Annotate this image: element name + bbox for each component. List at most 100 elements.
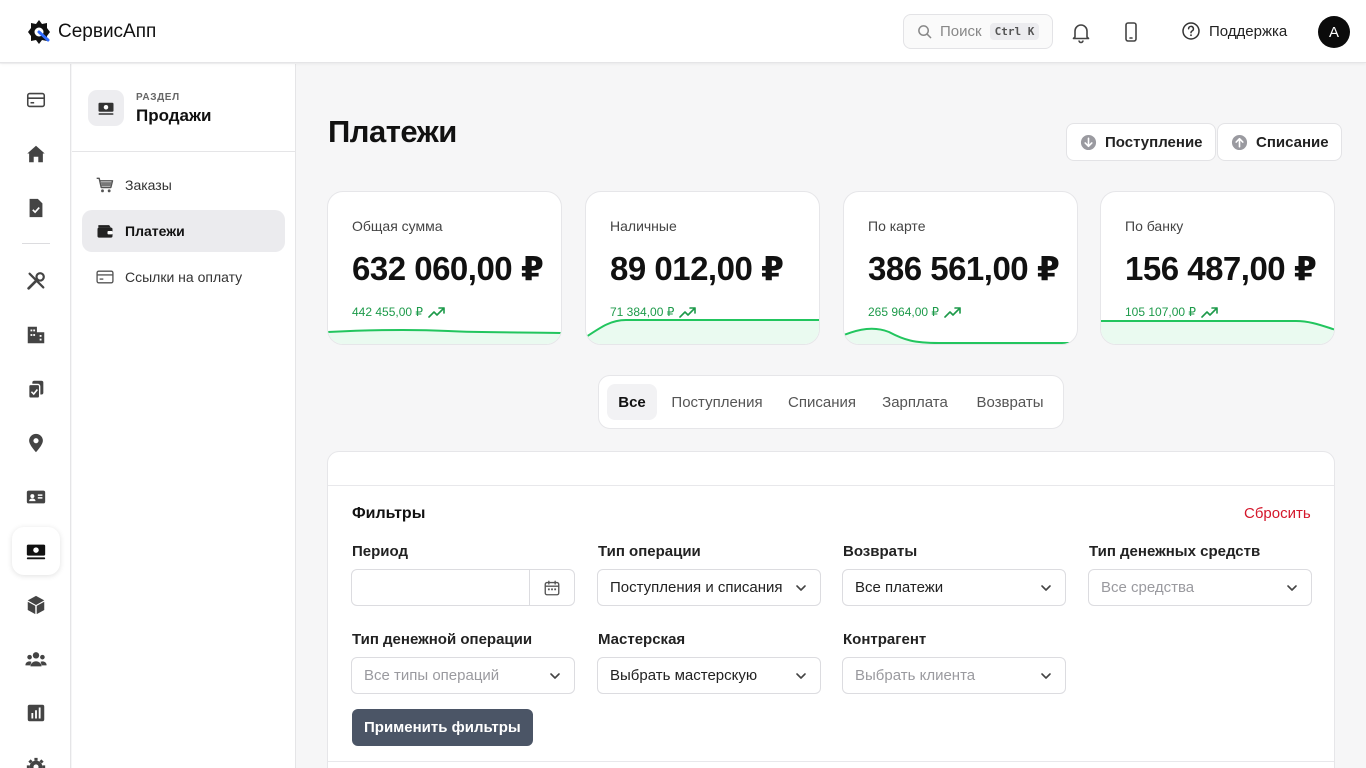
funds-type-placeholder: Все средства — [1101, 579, 1195, 596]
app-logo[interactable]: СервисАпп — [27, 19, 156, 45]
location-pin-icon — [29, 433, 43, 453]
sidebar-item-payment-links[interactable]: Ссылки на оплату — [82, 256, 285, 298]
period-label: Период — [352, 543, 408, 560]
cube-icon — [27, 595, 45, 615]
support-label: Поддержка — [1209, 22, 1288, 40]
payment-tabs: Все Поступления Списания Зарплата Возвра… — [598, 375, 1064, 429]
document-check-icon — [29, 198, 43, 218]
section-header: РАЗДЕЛ Продажи — [72, 64, 295, 152]
expense-button[interactable]: Списание — [1217, 123, 1342, 161]
money-operation-type-select[interactable]: Все типы операций — [351, 657, 575, 694]
filters-panel: Фильтры Сбросить Период Тип операции Пос… — [327, 451, 1335, 768]
tab-refunds[interactable]: Возвраты — [965, 384, 1055, 420]
section-icon-box — [88, 90, 124, 126]
rail-item-warehouse[interactable] — [12, 581, 60, 629]
stat-value: 386 561,00 ₽ — [868, 250, 1060, 287]
rail-item-team[interactable] — [12, 635, 60, 683]
rail-item-sales[interactable] — [12, 527, 60, 575]
income-button[interactable]: Поступление — [1066, 123, 1216, 161]
rail-item-contacts[interactable] — [12, 473, 60, 521]
rail-item-tools[interactable] — [12, 257, 60, 305]
mobile-phone-icon[interactable] — [1119, 20, 1143, 44]
rail-item-tasks[interactable] — [12, 365, 60, 413]
workshop-label: Мастерская — [598, 631, 686, 648]
sidebar-item-label: Платежи — [125, 223, 185, 239]
workshop-select[interactable]: Выбрать мастерскую — [597, 657, 821, 694]
trend-up-icon — [428, 307, 445, 318]
filters-title: Фильтры — [352, 505, 426, 522]
stat-label: По карте — [868, 218, 926, 234]
stat-card-bank: По банку 156 487,00 ₽ 105 107,00 ₽ — [1100, 191, 1335, 345]
sidebar-item-payments[interactable]: Платежи — [82, 210, 285, 252]
app-name: СервисАпп — [58, 21, 157, 42]
money-operation-type-label: Тип денежной операции — [352, 631, 533, 648]
payment-link-icon — [96, 270, 114, 284]
counterparty-select[interactable]: Выбрать клиента — [842, 657, 1066, 694]
stat-card-cash: Наличные 89 012,00 ₽ 71 384,00 ₽ — [585, 191, 820, 345]
period-date-input[interactable] — [351, 569, 575, 606]
rail-item-locations[interactable] — [12, 419, 60, 467]
trend-up-icon — [1201, 307, 1218, 318]
income-button-label: Поступление — [1105, 133, 1203, 151]
logo-icon — [28, 20, 50, 44]
icon-rail — [0, 64, 71, 768]
users-icon — [25, 652, 47, 667]
tab-all[interactable]: Все — [607, 384, 657, 420]
rail-divider — [22, 243, 50, 244]
home-icon — [27, 145, 45, 163]
rail-item-documents[interactable] — [12, 184, 60, 232]
notifications-bell-icon[interactable] — [1069, 20, 1093, 44]
stat-label: По банку — [1125, 218, 1184, 234]
tab-salary[interactable]: Зарплата — [873, 384, 957, 420]
stat-sub-amount: 71 384,00 ₽ — [610, 305, 675, 319]
rail-item-reports[interactable] — [12, 689, 60, 737]
returns-select[interactable]: Все платежи — [842, 569, 1066, 606]
rail-item-payments-card[interactable] — [12, 76, 60, 124]
funds-type-select[interactable]: Все средства — [1088, 569, 1312, 606]
workshop-value: Выбрать мастерскую — [610, 667, 758, 684]
operation-type-select[interactable]: Поступления и списания — [597, 569, 821, 606]
rail-item-settings[interactable] — [12, 743, 60, 768]
cart-icon — [96, 177, 114, 193]
stat-value: 89 012,00 ₽ — [610, 250, 784, 287]
search-box[interactable]: Поиск Ctrl K — [903, 14, 1053, 49]
apply-filters-button[interactable]: Применить фильтры — [352, 709, 533, 746]
rail-item-buildings[interactable] — [12, 311, 60, 359]
counterparty-label: Контрагент — [843, 631, 927, 648]
tab-income[interactable]: Поступления — [663, 384, 771, 420]
stat-sub-amount: 105 107,00 ₽ — [1125, 305, 1197, 319]
user-avatar[interactable]: A — [1318, 16, 1350, 48]
wallet-icon — [97, 225, 113, 238]
sidebar-item-orders[interactable]: Заказы — [82, 164, 285, 206]
chevron-down-icon — [796, 673, 806, 679]
panel-divider — [328, 485, 1334, 486]
tools-icon — [27, 272, 45, 290]
stat-card-card: По карте 386 561,00 ₽ 265 964,00 ₽ — [843, 191, 1078, 345]
reset-filters-link[interactable]: Сбросить — [1244, 505, 1311, 522]
returns-label: Возвраты — [843, 543, 918, 560]
stat-sub-amount: 442 455,00 ₽ — [352, 305, 424, 319]
stat-value: 156 487,00 ₽ — [1125, 250, 1317, 287]
operation-type-label: Тип операции — [598, 543, 701, 560]
chevron-down-icon — [1041, 585, 1051, 591]
support-link[interactable]: Поддержка — [1181, 21, 1287, 41]
settings-icon — [26, 757, 46, 768]
stat-sub-value: 71 384,00 ₽ — [610, 305, 697, 319]
chart-icon — [27, 704, 45, 722]
chevron-down-icon — [796, 585, 806, 591]
stat-sub-value: 265 964,00 ₽ — [868, 305, 962, 319]
expense-button-label: Списание — [1256, 133, 1329, 151]
rail-item-home[interactable] — [12, 130, 60, 178]
chevron-down-icon — [1287, 585, 1297, 591]
tab-expenses[interactable]: Списания — [779, 384, 865, 420]
stat-label: Общая сумма — [352, 218, 443, 234]
section-kicker: РАЗДЕЛ — [136, 92, 180, 103]
date-picker-button[interactable] — [529, 570, 574, 605]
stat-label: Наличные — [610, 218, 677, 234]
panel-divider-bottom — [328, 761, 1334, 762]
stat-value: 632 060,00 ₽ — [352, 250, 544, 287]
search-placeholder: Поиск — [940, 23, 982, 40]
sidebar-item-label: Ссылки на оплату — [125, 269, 243, 285]
sidebar-item-label: Заказы — [125, 177, 172, 193]
clipboard-copy-icon — [27, 380, 44, 399]
